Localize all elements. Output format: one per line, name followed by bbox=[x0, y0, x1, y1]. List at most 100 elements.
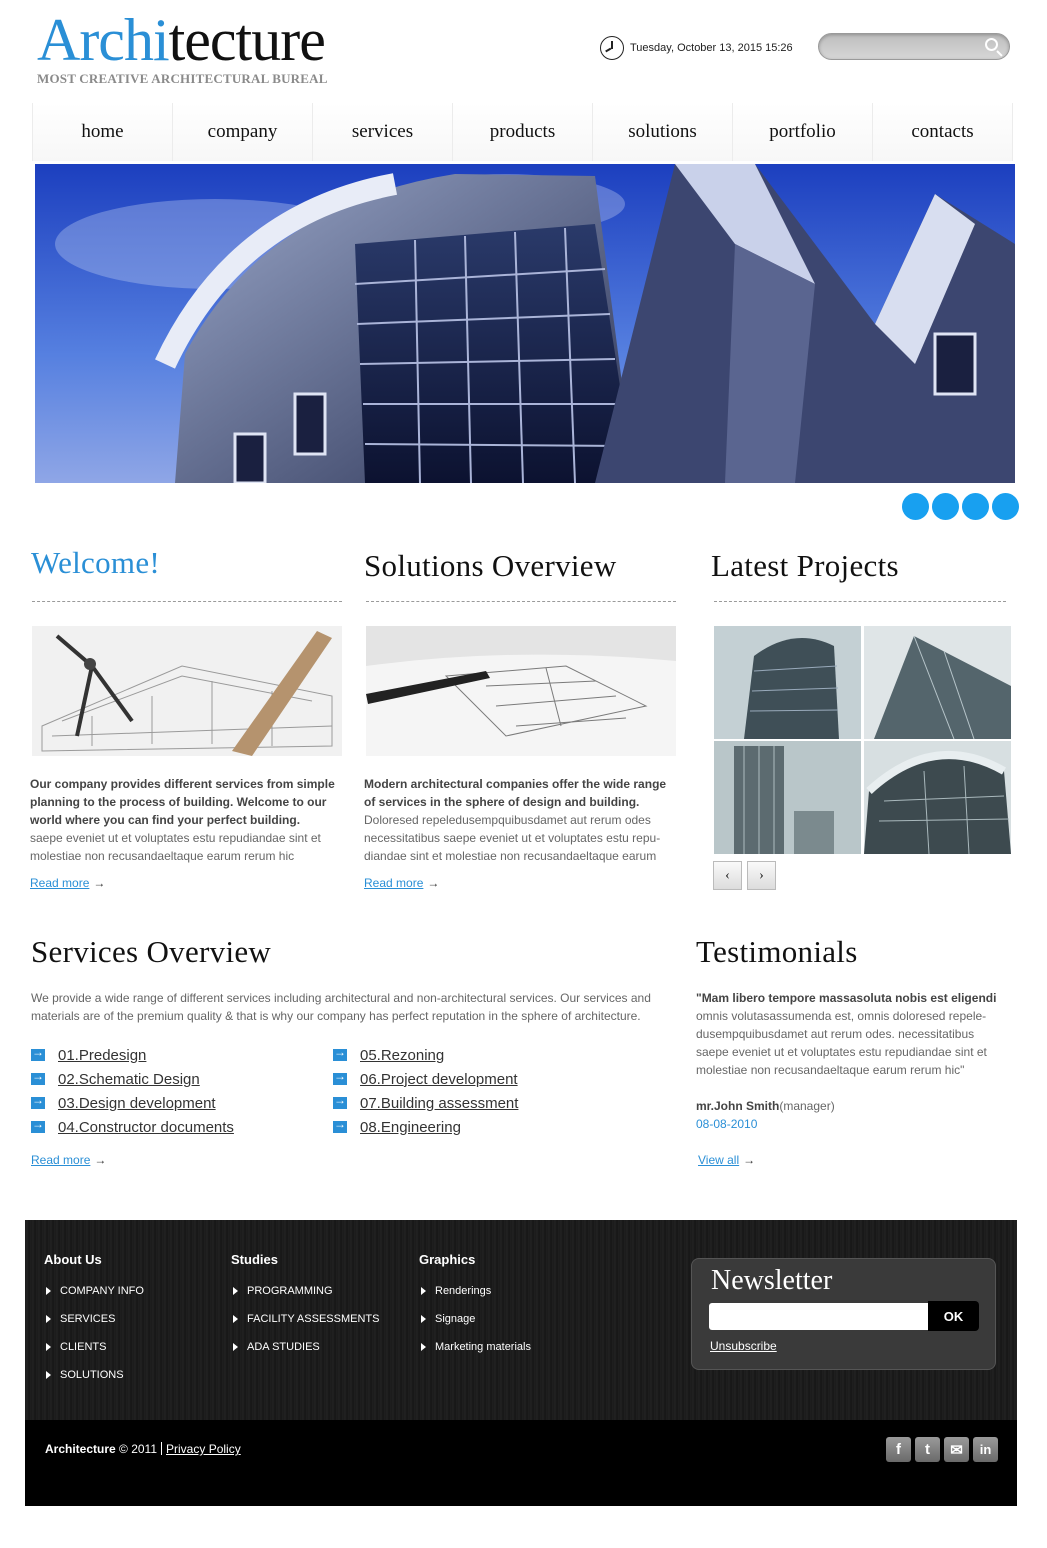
testimonials-view-all-link[interactable]: View all → bbox=[698, 1153, 755, 1167]
clock-icon bbox=[600, 36, 624, 60]
arrow-right-icon bbox=[333, 1069, 347, 1085]
privacy-policy-link[interactable]: Privacy Policy bbox=[166, 1442, 241, 1456]
footer-link[interactable]: Marketing materials bbox=[419, 1341, 531, 1369]
project-thumb-3[interactable] bbox=[714, 741, 861, 854]
nav-portfolio[interactable]: portfolio bbox=[733, 103, 873, 161]
newsletter-box: Newsletter OK Unsubscribe bbox=[691, 1258, 996, 1370]
welcome-text: Our company provides different services … bbox=[30, 777, 335, 863]
newsletter-email-input[interactable] bbox=[709, 1303, 929, 1330]
copyright: Architecture © 2011 Privacy Policy bbox=[45, 1442, 241, 1456]
email-icon[interactable]: ✉ bbox=[944, 1437, 969, 1462]
testimonial-author: mr.John Smith(manager) bbox=[696, 1099, 835, 1113]
slider-dot-4[interactable] bbox=[992, 493, 1019, 520]
arrow-right-icon bbox=[333, 1045, 347, 1061]
projects-prev-button[interactable]: ‹ bbox=[713, 861, 742, 890]
arrow-right-icon bbox=[31, 1045, 45, 1061]
arrow-right-icon bbox=[333, 1093, 347, 1109]
facebook-icon[interactable]: f bbox=[886, 1437, 911, 1462]
footer-link[interactable]: PROGRAMMING bbox=[231, 1285, 379, 1313]
services-list-right: 05.Rezoning 06.Project development 07.Bu… bbox=[333, 1043, 518, 1139]
footer-link[interactable]: FACILITY ASSESSMENTS bbox=[231, 1313, 379, 1341]
welcome-image bbox=[32, 626, 342, 756]
hero-slider-image bbox=[35, 164, 1015, 483]
footer-graphics-title: Graphics bbox=[419, 1252, 476, 1267]
nav-contacts[interactable]: contacts bbox=[873, 103, 1013, 161]
service-item[interactable]: 06.Project development bbox=[333, 1067, 518, 1091]
date-display: Tuesday, October 13, 2015 15:26 bbox=[600, 36, 793, 60]
footer-about-column: About Us COMPANY INFO SERVICES CLIENTS S… bbox=[44, 1252, 144, 1397]
footer-studies-title: Studies bbox=[231, 1252, 278, 1267]
footer-studies-column: Studies PROGRAMMING FACILITY ASSESSMENTS… bbox=[231, 1252, 379, 1369]
newsletter-title: Newsletter bbox=[711, 1265, 833, 1296]
nav-home[interactable]: home bbox=[33, 103, 173, 161]
search-input[interactable] bbox=[831, 34, 981, 59]
welcome-title: Welcome! bbox=[31, 545, 161, 580]
arrow-right-icon: → bbox=[94, 1153, 107, 1167]
nav-products[interactable]: products bbox=[453, 103, 593, 161]
site-logo[interactable]: Architecture MOST CREATIVE ARCHITECTURAL… bbox=[37, 8, 328, 87]
divider bbox=[366, 601, 676, 602]
services-intro: We provide a wide range of different ser… bbox=[31, 991, 651, 1023]
solutions-text: Modern architectural companies offer the… bbox=[364, 777, 667, 863]
logo-tagline: MOST CREATIVE ARCHITECTURAL BUREAL bbox=[37, 71, 328, 86]
service-item[interactable]: 03.Design development bbox=[31, 1091, 234, 1115]
arrow-right-icon: → bbox=[93, 876, 106, 890]
testimonial-quote: "Mam libero tempore massasoluta nobis es… bbox=[696, 991, 997, 1077]
solutions-read-more-link[interactable]: Read more → bbox=[364, 876, 439, 890]
services-title: Services Overview bbox=[31, 934, 272, 969]
divider bbox=[32, 601, 342, 602]
arrow-right-icon bbox=[31, 1117, 45, 1133]
project-thumb-2[interactable] bbox=[864, 626, 1011, 739]
testimonials-title: Testimonials bbox=[696, 934, 858, 969]
slider-dots bbox=[902, 493, 1019, 520]
footer-link[interactable]: COMPANY INFO bbox=[44, 1285, 144, 1313]
newsletter-ok-button[interactable]: OK bbox=[928, 1301, 979, 1331]
logo-title: Architecture bbox=[37, 7, 326, 73]
footer-link[interactable]: CLIENTS bbox=[44, 1341, 144, 1369]
slider-dot-3[interactable] bbox=[962, 493, 989, 520]
footer: About Us COMPANY INFO SERVICES CLIENTS S… bbox=[25, 1220, 1017, 1506]
twitter-icon[interactable]: t bbox=[915, 1437, 940, 1462]
datetime-text: Tuesday, October 13, 2015 15:26 bbox=[630, 42, 793, 54]
divider bbox=[714, 601, 1006, 602]
footer-about-title: About Us bbox=[44, 1252, 102, 1267]
footer-link[interactable]: SOLUTIONS bbox=[44, 1369, 144, 1397]
slider-dot-1[interactable] bbox=[902, 493, 929, 520]
services-read-more-link[interactable]: Read more → bbox=[31, 1153, 106, 1167]
main-nav: home company services products solutions… bbox=[32, 103, 1013, 161]
nav-services[interactable]: services bbox=[313, 103, 453, 161]
solutions-title: Solutions Overview bbox=[364, 548, 617, 583]
arrow-right-icon: → bbox=[743, 1153, 756, 1167]
service-item[interactable]: 08.Engineering bbox=[333, 1115, 518, 1139]
unsubscribe-link[interactable]: Unsubscribe bbox=[710, 1339, 777, 1353]
footer-link[interactable]: ADA STUDIES bbox=[231, 1341, 379, 1369]
solutions-image bbox=[366, 626, 676, 756]
service-item[interactable]: 04.Constructor documents bbox=[31, 1115, 234, 1139]
services-list-left: 01.Predesign 02.Schematic Design 03.Desi… bbox=[31, 1043, 234, 1139]
projects-next-button[interactable]: › bbox=[747, 861, 776, 890]
arrow-right-icon bbox=[31, 1069, 45, 1085]
search-icon[interactable] bbox=[985, 38, 998, 51]
arrow-right-icon: → bbox=[427, 876, 440, 890]
search-box bbox=[818, 33, 1010, 60]
welcome-read-more-link[interactable]: Read more → bbox=[30, 876, 105, 890]
footer-link[interactable]: Renderings bbox=[419, 1285, 531, 1313]
footer-graphics-column: Graphics Renderings Signage Marketing ma… bbox=[419, 1252, 531, 1369]
footer-link[interactable]: Signage bbox=[419, 1313, 531, 1341]
nav-solutions[interactable]: solutions bbox=[593, 103, 733, 161]
footer-bottom-bar: Architecture © 2011 Privacy Policy f t ✉ … bbox=[25, 1420, 1017, 1506]
project-thumb-4[interactable] bbox=[864, 741, 1011, 854]
service-item[interactable]: 05.Rezoning bbox=[333, 1043, 518, 1067]
projects-title: Latest Projects bbox=[711, 548, 899, 583]
testimonial-date: 08-08-2010 bbox=[696, 1117, 758, 1131]
service-item[interactable]: 02.Schematic Design bbox=[31, 1067, 234, 1091]
service-item[interactable]: 01.Predesign bbox=[31, 1043, 234, 1067]
project-thumb-1[interactable] bbox=[714, 626, 861, 739]
footer-link[interactable]: SERVICES bbox=[44, 1313, 144, 1341]
service-item[interactable]: 07.Building assessment bbox=[333, 1091, 518, 1115]
nav-company[interactable]: company bbox=[173, 103, 313, 161]
arrow-right-icon bbox=[333, 1117, 347, 1133]
slider-dot-2[interactable] bbox=[932, 493, 959, 520]
linkedin-icon[interactable]: in bbox=[973, 1437, 998, 1462]
arrow-right-icon bbox=[31, 1093, 45, 1109]
